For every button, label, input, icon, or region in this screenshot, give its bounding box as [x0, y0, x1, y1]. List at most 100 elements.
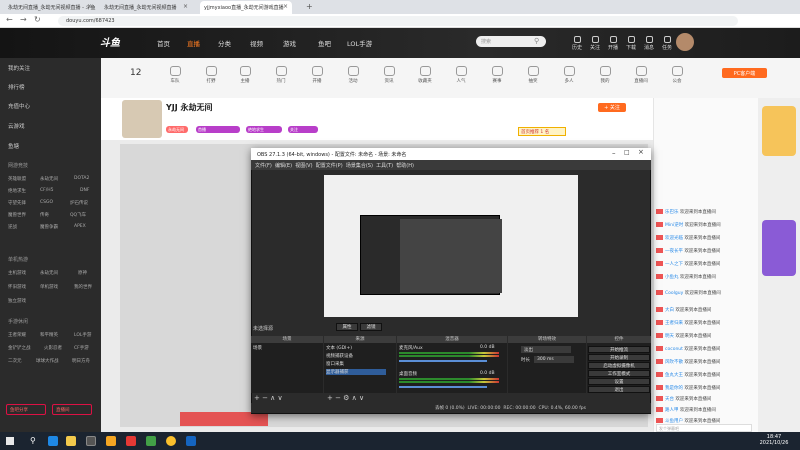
- nav-video[interactable]: 视频: [250, 38, 263, 48]
- room-tag[interactable]: 绝地求生: [246, 126, 282, 133]
- sidebar-game[interactable]: CF/H5: [40, 188, 54, 193]
- menu-profile[interactable]: 配置文件(P): [316, 163, 343, 169]
- sidebar-game[interactable]: 守望先锋: [8, 200, 26, 206]
- follow-button[interactable]: + 关注: [598, 103, 626, 112]
- sidebar-game[interactable]: DOTA2: [74, 176, 89, 181]
- sidebar-game[interactable]: 传奇: [40, 212, 49, 218]
- sidebar-game[interactable]: LOL手游: [74, 332, 91, 338]
- volume-slider[interactable]: [399, 360, 487, 362]
- taskbar-clock[interactable]: 18:47 2021/10/26: [754, 434, 794, 446]
- sidebar-item-recharge[interactable]: 充值中心: [8, 102, 30, 110]
- pc-client-button[interactable]: PC客户端: [722, 68, 767, 78]
- app-icon[interactable]: [146, 436, 156, 446]
- maximize-icon[interactable]: □: [624, 149, 630, 156]
- category-item[interactable]: 我的: [590, 66, 620, 84]
- category-item[interactable]: 抽奖: [518, 66, 548, 84]
- category-item[interactable]: 人气: [446, 66, 476, 84]
- sidebar-game[interactable]: 单机游戏: [40, 284, 58, 290]
- duration-input[interactable]: 300 ms: [534, 356, 574, 363]
- search-icon[interactable]: ⚲: [534, 37, 539, 45]
- sidebar-game[interactable]: 我的世界: [74, 284, 92, 290]
- edge-icon[interactable]: [48, 436, 58, 446]
- sidebar-game[interactable]: 永劫无间: [40, 176, 58, 182]
- minimize-icon[interactable]: –: [612, 149, 616, 157]
- sidebar-share-button[interactable]: 鱼吧分享: [6, 404, 46, 415]
- sidebar-item-yutang[interactable]: 鱼塘: [8, 142, 19, 150]
- settings-button[interactable]: 设置: [588, 378, 650, 385]
- nav-live[interactable]: 直播: [187, 38, 200, 48]
- category-item[interactable]: 多人: [554, 66, 584, 84]
- transition-select[interactable]: 淡出: [521, 346, 571, 353]
- broadcast-icon[interactable]: 开播: [606, 36, 620, 51]
- sidebar-game[interactable]: 和平精英: [40, 332, 58, 338]
- sidebar-game[interactable]: 原神: [78, 270, 87, 276]
- sidebar-game[interactable]: 魔兽争霸: [40, 224, 58, 230]
- category-item[interactable]: 赛事: [482, 66, 512, 84]
- sidebar-game[interactable]: 绝地求生: [8, 188, 26, 194]
- source-item[interactable]: 窗口采集: [326, 361, 344, 367]
- browser-tab[interactable]: 永劫无间直播_永劫无间视频直播 ×: [100, 1, 192, 14]
- source-item[interactable]: 视频捕获设备: [326, 353, 353, 359]
- promo-banner[interactable]: [762, 106, 796, 156]
- history-icon[interactable]: 历史: [570, 36, 584, 51]
- category-item[interactable]: 直播间: [626, 66, 656, 84]
- volume-slider[interactable]: [399, 386, 487, 388]
- url-input[interactable]: douyu.com/687423: [58, 16, 738, 26]
- sidebar-game[interactable]: 独立游戏: [8, 298, 26, 304]
- exit-button[interactable]: 退出: [588, 386, 650, 393]
- sidebar-game[interactable]: 永劫无间: [40, 270, 58, 276]
- site-logo[interactable]: 斗鱼: [100, 34, 120, 49]
- scene-item[interactable]: 场景: [253, 345, 321, 351]
- sidebar-game[interactable]: 球球大作战: [36, 358, 59, 364]
- app-icon[interactable]: [186, 436, 196, 446]
- category-item[interactable]: 资讯: [374, 66, 404, 84]
- app-icon[interactable]: [126, 436, 136, 446]
- back-icon[interactable]: ←: [6, 15, 13, 24]
- sidebar-item-cloudgame[interactable]: 云游戏: [8, 122, 25, 130]
- start-streaming-button[interactable]: 开始推流: [588, 346, 650, 353]
- promo-banner[interactable]: [762, 220, 796, 276]
- virtual-camera-button[interactable]: 启动虚拟摄像机: [588, 362, 650, 369]
- close-icon[interactable]: ×: [283, 3, 288, 10]
- sidebar-game[interactable]: 明日方舟: [72, 358, 90, 364]
- add-source-icon[interactable]: + − ⚙ ∧ ∨: [327, 394, 364, 402]
- menu-view[interactable]: 视图(V): [295, 163, 312, 169]
- obs-taskbar-icon[interactable]: [86, 436, 96, 446]
- room-tag[interactable]: 首播: [196, 126, 240, 133]
- follow-icon[interactable]: 关注: [588, 36, 602, 51]
- close-icon[interactable]: ×: [638, 148, 644, 156]
- sidebar-game[interactable]: 炉石传说: [70, 200, 88, 206]
- sidebar-game[interactable]: 怀旧游戏: [8, 284, 26, 290]
- start-recording-button[interactable]: 开始录制: [588, 354, 650, 361]
- app-icon[interactable]: [106, 436, 116, 446]
- filters-button[interactable]: 滤镜: [360, 323, 382, 331]
- sidebar-game[interactable]: 魔兽世界: [8, 212, 26, 218]
- source-item[interactable]: 文本 (GDI+): [326, 345, 352, 351]
- search-icon[interactable]: ⚲: [30, 436, 40, 446]
- sidebar-game[interactable]: APEX: [74, 224, 86, 229]
- menu-file[interactable]: 文件(F): [255, 163, 272, 169]
- chrome-icon[interactable]: [166, 436, 176, 446]
- windows-start-icon[interactable]: [6, 437, 14, 445]
- sidebar-game[interactable]: DNF: [80, 188, 89, 193]
- new-tab-icon[interactable]: +: [306, 2, 313, 11]
- sidebar-item-follow[interactable]: 我的关注: [8, 64, 30, 72]
- task-icon[interactable]: 任务: [660, 36, 674, 51]
- browser-tab[interactable]: 永劫无间直播_永劫无间视频直播 - 斗鱼 ×: [4, 1, 96, 14]
- sidebar-game[interactable]: 王者荣耀: [8, 332, 26, 338]
- browser-tab-active[interactable]: yjjmyxiaoo直播_永劫无间游戏直播 ×: [200, 1, 292, 14]
- sidebar-item-rank[interactable]: 排行榜: [8, 83, 25, 91]
- message-icon[interactable]: 消息: [642, 36, 656, 51]
- category-item[interactable]: 车队: [160, 66, 190, 84]
- download-icon[interactable]: 下载: [624, 36, 638, 51]
- sidebar-game[interactable]: QQ飞车: [70, 212, 86, 218]
- nav-category[interactable]: 分类: [218, 38, 231, 48]
- sidebar-game[interactable]: 逆战: [8, 224, 17, 230]
- sidebar-game[interactable]: 英雄联盟: [8, 176, 26, 182]
- menu-help[interactable]: 帮助(H): [396, 163, 414, 169]
- category-item[interactable]: 热门: [266, 66, 296, 84]
- reload-icon[interactable]: ↻: [34, 15, 41, 24]
- obs-preview[interactable]: [324, 175, 578, 317]
- nav-yuba[interactable]: 鱼吧: [318, 38, 331, 48]
- close-icon[interactable]: ×: [183, 3, 188, 10]
